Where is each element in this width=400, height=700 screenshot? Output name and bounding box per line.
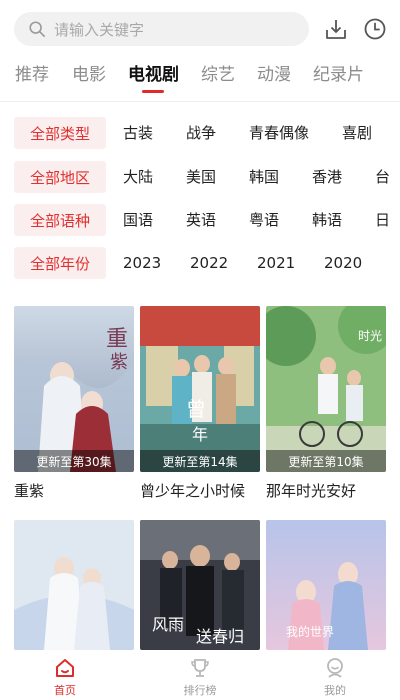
history-clock-icon[interactable]	[362, 16, 388, 42]
svg-text:送春归: 送春归	[196, 627, 244, 646]
filter-option[interactable]: 美国	[186, 161, 216, 193]
category-tabs: 推荐 电影 电视剧 综艺 动漫 纪录片	[0, 62, 400, 98]
poster-image[interactable]: 重 紫 更新至第30集	[14, 306, 134, 472]
tab-variety[interactable]: 综艺	[201, 62, 235, 94]
svg-text:我的世界: 我的世界	[286, 624, 334, 639]
show-title[interactable]: 曾少年之小时候	[140, 480, 245, 501]
nav-home[interactable]: 首页	[35, 650, 95, 700]
filter-option[interactable]: 2020	[324, 247, 362, 279]
svg-text:风雨: 风雨	[152, 615, 184, 634]
filter-all-region[interactable]: 全部地区	[14, 161, 106, 193]
filter-option[interactable]: 台	[375, 161, 390, 193]
poster-image[interactable]: 我的世界	[266, 520, 386, 650]
active-tab-indicator	[142, 90, 164, 93]
filter-option[interactable]: 日	[375, 204, 390, 236]
poster-image[interactable]: 风雨 送春归	[140, 520, 260, 650]
bottom-nav: 首页 排行榜 我的	[0, 650, 400, 700]
tab-recommend[interactable]: 推荐	[15, 62, 49, 94]
nav-label: 首页	[54, 684, 76, 697]
svg-text:时光: 时光	[358, 329, 382, 343]
svg-text:年: 年	[192, 425, 208, 444]
tab-documentary[interactable]: 纪录片	[313, 62, 364, 94]
filter-option[interactable]: 粤语	[249, 204, 279, 236]
filter-option[interactable]: 大陆	[123, 161, 153, 193]
divider	[0, 101, 400, 102]
filter-option[interactable]: 2021	[257, 247, 295, 279]
show-title[interactable]: 重紫	[14, 480, 44, 501]
show-title[interactable]: 那年时光安好	[266, 480, 356, 501]
nav-ranking[interactable]: 排行榜	[170, 650, 230, 700]
poster-image[interactable]: 时光 更新至第10集	[266, 306, 386, 472]
search-placeholder: 请输入关键字	[54, 20, 145, 39]
filter-option[interactable]: 韩国	[249, 161, 279, 193]
episode-badge: 更新至第14集	[140, 450, 260, 472]
tab-anime[interactable]: 动漫	[257, 62, 291, 94]
profile-icon	[327, 658, 343, 678]
home-icon	[56, 659, 74, 677]
download-icon[interactable]	[323, 16, 349, 42]
filter-row-language: 全部语种 国语 英语 粤语 韩语 日	[0, 204, 400, 238]
filter-all-language[interactable]: 全部语种	[14, 204, 106, 236]
filter-all-year[interactable]: 全部年份	[14, 247, 106, 279]
svg-text:重: 重	[106, 327, 128, 352]
filter-row-year: 全部年份 2023 2022 2021 2020	[0, 247, 400, 281]
filter-row-genre: 全部类型 古装 战争 青春偶像 喜剧	[0, 117, 400, 151]
poster-image[interactable]	[14, 520, 134, 650]
nav-profile[interactable]: 我的	[305, 650, 365, 700]
search-icon	[29, 21, 46, 38]
trophy-icon	[191, 659, 209, 677]
filter-option[interactable]: 古装	[123, 117, 153, 149]
filter-all-genre[interactable]: 全部类型	[14, 117, 106, 149]
filter-option[interactable]: 2023	[123, 247, 161, 279]
svg-text:曾: 曾	[186, 397, 206, 421]
poster-image[interactable]: 曾 年 更新至第14集	[140, 306, 260, 472]
nav-label: 我的	[324, 684, 346, 697]
filter-option[interactable]: 2022	[190, 247, 228, 279]
episode-badge: 更新至第10集	[266, 450, 386, 472]
search-input[interactable]: 请输入关键字	[14, 12, 309, 46]
filter-option[interactable]: 青春偶像	[249, 117, 309, 149]
filter-option[interactable]: 韩语	[312, 204, 342, 236]
nav-label: 排行榜	[183, 684, 217, 697]
svg-text:紫: 紫	[110, 352, 128, 373]
tab-movie[interactable]: 电影	[72, 62, 106, 94]
top-bar: 请输入关键字	[0, 0, 400, 58]
filter-option[interactable]: 英语	[186, 204, 216, 236]
filter-row-region: 全部地区 大陆 美国 韩国 香港 台	[0, 161, 400, 195]
episode-badge: 更新至第30集	[14, 450, 134, 472]
filter-option[interactable]: 国语	[123, 204, 153, 236]
filter-option[interactable]: 喜剧	[342, 117, 372, 149]
filter-option[interactable]: 香港	[312, 161, 342, 193]
filter-option[interactable]: 战争	[186, 117, 216, 149]
